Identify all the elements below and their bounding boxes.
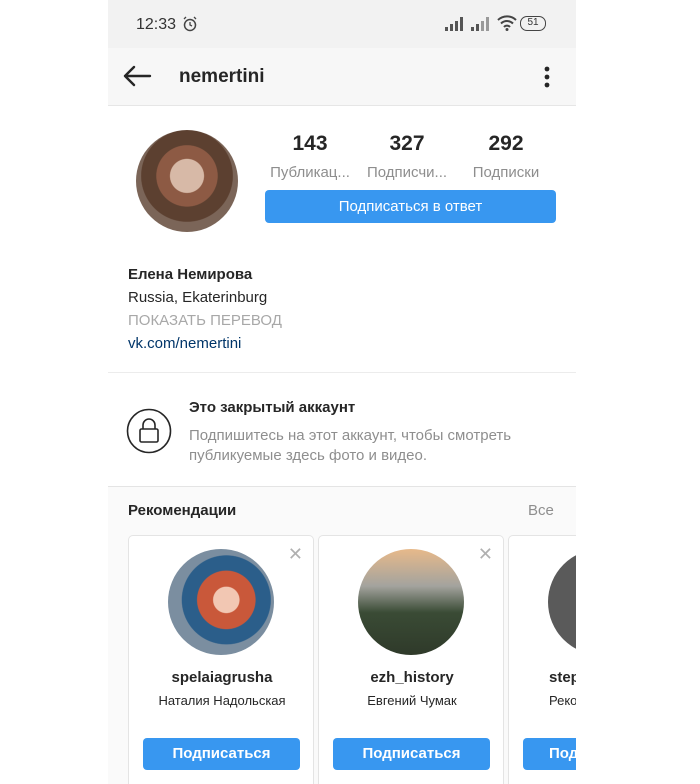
- stat-value: 292: [488, 132, 524, 155]
- profile-username: nemertini: [179, 66, 265, 87]
- see-all-link[interactable]: Все: [528, 502, 554, 519]
- card-full-name: Реко: [549, 693, 576, 708]
- private-account-description: Подпишитесь на этот аккаунт, чтобы смотр…: [189, 427, 512, 464]
- stat-posts[interactable]: 143 Публикац...: [265, 132, 355, 181]
- follow-button[interactable]: Под: [523, 738, 576, 770]
- back-arrow-icon[interactable]: [122, 64, 152, 93]
- profile-avatar[interactable]: [136, 130, 238, 232]
- profile-location: Russia, Ekaterinburg: [128, 289, 268, 306]
- more-options-icon[interactable]: [544, 66, 550, 93]
- stat-label: Подписчи...: [366, 164, 448, 181]
- signal-icon: [471, 17, 491, 36]
- card-username[interactable]: spelaiagrusha: [129, 669, 315, 686]
- follow-button[interactable]: Подписаться: [333, 738, 490, 770]
- battery-indicator: 51: [520, 16, 546, 31]
- close-icon[interactable]: ✕: [478, 544, 493, 565]
- recommendation-card[interactable]: ✕ ezh_history Евгений Чумак Подписаться: [318, 535, 504, 784]
- private-account-title: Это закрытый аккаунт: [189, 399, 356, 416]
- alarm-icon: [182, 16, 198, 37]
- stat-value: 327: [389, 132, 425, 155]
- follow-button[interactable]: Подписаться: [143, 738, 300, 770]
- recommendations-section: Рекомендации Все ✕ spelaiagrusha Наталия…: [108, 486, 576, 784]
- stat-value: 143: [292, 132, 328, 155]
- recommendations-title: Рекомендации: [128, 502, 237, 519]
- profile-full-name: Елена Немирова: [128, 266, 253, 283]
- stat-followers[interactable]: 327 Подписчи...: [362, 132, 452, 181]
- profile-website-link[interactable]: vk.com/nemertini: [128, 335, 241, 352]
- phone-screen: 12:33 51 nemertini 143 Публикац... 327 П…: [108, 0, 576, 784]
- lock-icon: [126, 408, 172, 459]
- signal-icon: [445, 17, 465, 36]
- card-full-name: Наталия Надольская: [158, 693, 286, 708]
- wifi-icon: [497, 15, 517, 36]
- stat-label: Публикац...: [270, 164, 350, 181]
- avatar[interactable]: [168, 549, 274, 655]
- avatar[interactable]: [548, 549, 576, 655]
- avatar[interactable]: [358, 549, 464, 655]
- top-navigation: nemertini: [108, 48, 576, 106]
- stat-label: Подписки: [472, 164, 540, 181]
- card-full-name: Евгений Чумак: [367, 693, 457, 708]
- follow-back-button[interactable]: Подписаться в ответ: [265, 190, 556, 223]
- stat-following[interactable]: 292 Подписки: [461, 132, 551, 181]
- card-username[interactable]: ezh_history: [319, 669, 505, 686]
- show-translation-link[interactable]: ПОКАЗАТЬ ПЕРЕВОД: [128, 312, 282, 329]
- recommendation-card[interactable]: step Реко Под: [508, 535, 576, 784]
- recommendation-card[interactable]: ✕ spelaiagrusha Наталия Надольская Подпи…: [128, 535, 314, 784]
- card-username[interactable]: step: [549, 669, 576, 686]
- divider: [108, 372, 576, 373]
- close-icon[interactable]: ✕: [288, 544, 303, 565]
- status-time: 12:33: [136, 16, 177, 33]
- status-bar: 12:33 51: [108, 0, 576, 48]
